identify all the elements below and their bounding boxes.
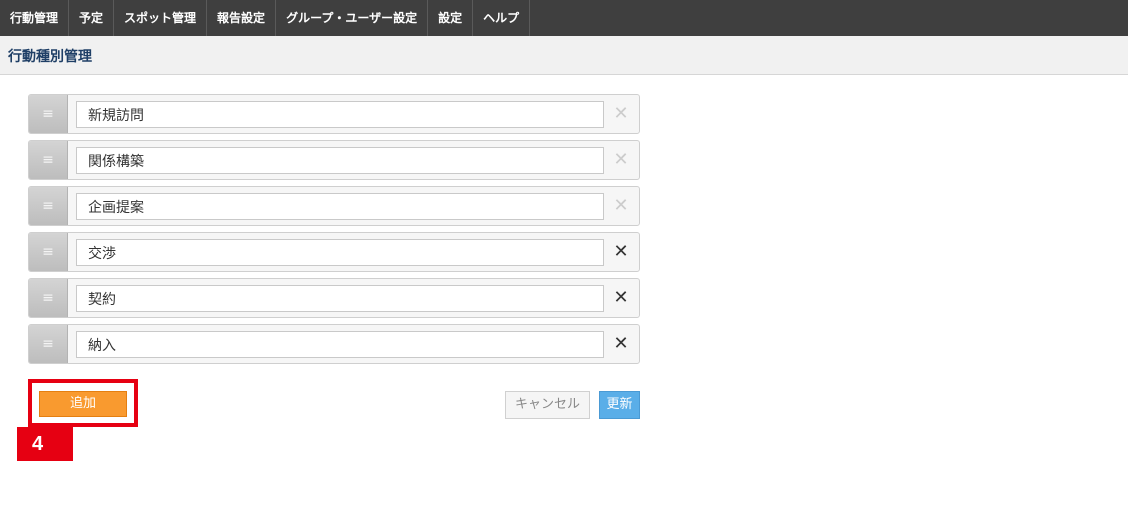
drag-handle-icon[interactable]: ≡ [29,95,68,133]
add-button[interactable]: 追加 [39,391,127,417]
page-title: 行動種別管理 [8,49,92,65]
list-item: ≡ ✕ [28,186,640,226]
delete-icon[interactable]: ✕ [611,333,631,355]
update-button[interactable]: 更新 [599,391,640,419]
nav-item-schedule[interactable]: 予定 [69,0,115,36]
list-item: ≡ ✕ [28,324,640,364]
activity-type-field[interactable] [76,285,604,312]
list-item: ≡ ✕ [28,232,640,272]
drag-handle-icon[interactable]: ≡ [29,325,68,363]
highlight-frame: 追加 [28,379,138,427]
step-number-badge: 4 [17,427,73,461]
activity-type-field[interactable] [76,193,604,220]
delete-icon[interactable]: ✕ [611,287,631,309]
nav-item-help[interactable]: ヘルプ [473,0,531,36]
delete-icon: ✕ [613,149,629,170]
nav-item-group-user-settings[interactable]: グループ・ユーザー設定 [276,0,429,36]
nav-item-spot-management[interactable]: スポット管理 [114,0,208,36]
drag-handle-icon[interactable]: ≡ [29,187,68,225]
top-navigation: 行動管理 予定 スポット管理 報告設定 グループ・ユーザー設定 設定 ヘルプ [0,0,1128,36]
nav-item-activity-management[interactable]: 行動管理 [0,0,70,36]
activity-type-field[interactable] [76,239,604,266]
list-item: ≡ ✕ [28,140,640,180]
list-item: ≡ ✕ [28,278,640,318]
drag-handle-icon[interactable]: ≡ [29,279,68,317]
list-item: ≡ ✕ [28,94,640,134]
activity-type-field[interactable] [76,101,604,128]
activity-type-field[interactable] [76,331,604,358]
activity-type-field[interactable] [76,147,604,174]
nav-item-report-settings[interactable]: 報告設定 [207,0,277,36]
delete-icon[interactable]: ✕ [611,241,631,263]
cancel-button[interactable]: キャンセル [505,391,590,419]
drag-handle-icon[interactable]: ≡ [29,141,68,179]
nav-item-settings[interactable]: 設定 [428,0,474,36]
drag-handle-icon[interactable]: ≡ [29,233,68,271]
activity-type-list: ≡ ✕ ≡ ✕ ≡ ✕ ≡ ✕ ≡ ✕ ≡ ✕ [28,94,640,370]
delete-icon: ✕ [613,195,629,216]
delete-icon: ✕ [613,103,629,124]
page-header: 行動種別管理 [0,36,1128,75]
